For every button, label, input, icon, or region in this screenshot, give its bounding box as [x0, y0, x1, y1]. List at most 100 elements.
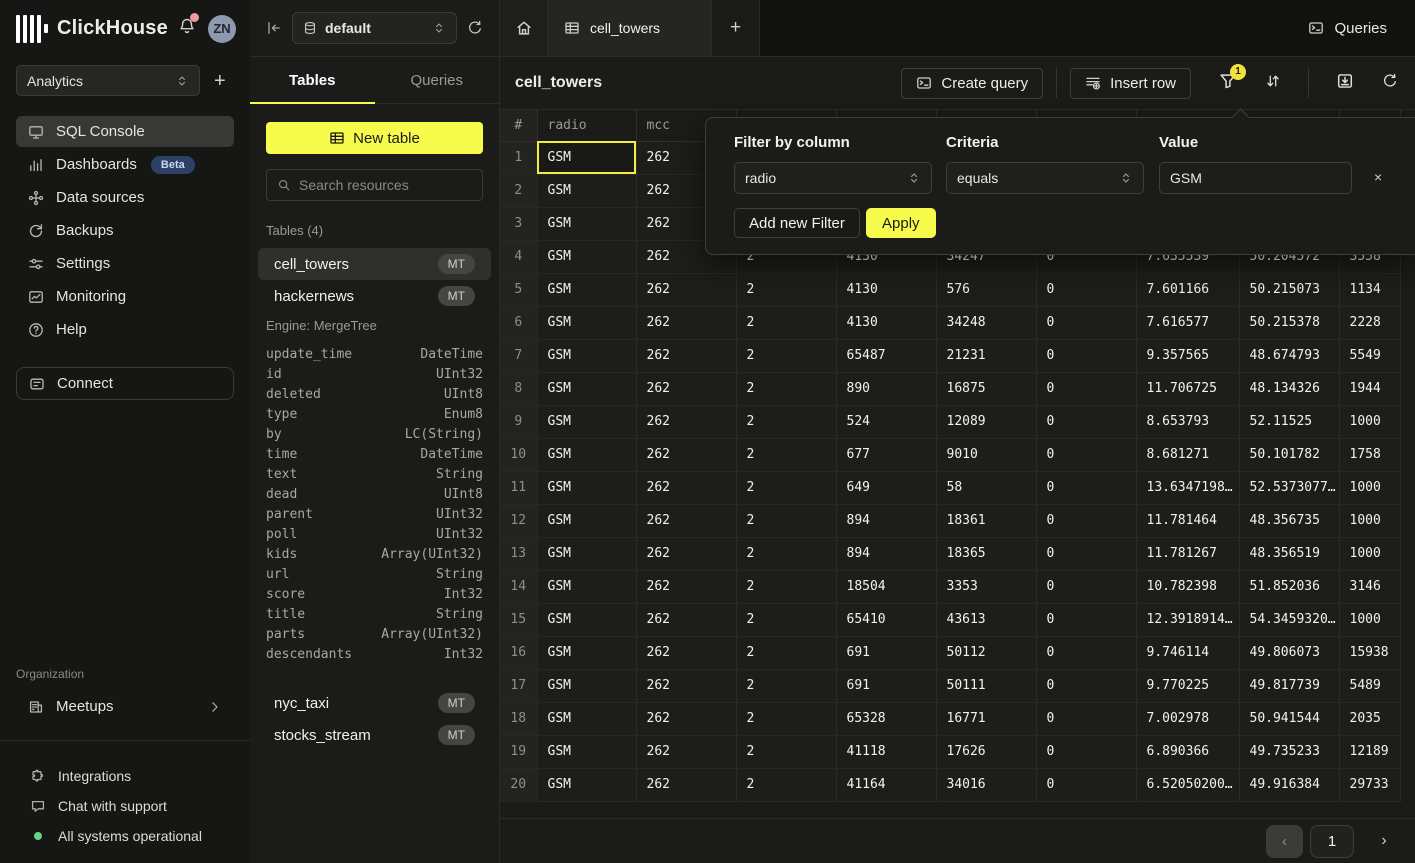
avatar[interactable]: ZN [208, 15, 236, 43]
sidebar-item-sql-console[interactable]: SQL Console [16, 116, 234, 147]
grid-cell[interactable]: GSM [537, 735, 636, 768]
grid-cell[interactable]: 18361 [936, 504, 1036, 537]
notifications-button[interactable] [178, 17, 196, 40]
grid-cell[interactable]: 262 [636, 471, 736, 504]
grid-cell[interactable]: 0 [1036, 405, 1136, 438]
grid-cell[interactable]: 34016 [936, 768, 1036, 801]
grid-cell[interactable]: GSM [537, 405, 636, 438]
table-item-stocks-stream[interactable]: stocks_stream MT [258, 719, 491, 751]
grid-cell[interactable]: 0 [1036, 339, 1136, 372]
grid-cell[interactable]: 16875 [936, 372, 1036, 405]
prev-page-button[interactable]: ‹ [1266, 825, 1303, 858]
database-select[interactable]: default [292, 12, 457, 44]
search-resources-box[interactable] [266, 169, 483, 201]
add-new-filter-button[interactable]: Add new Filter [734, 208, 860, 238]
grid-cell[interactable]: 262 [636, 570, 736, 603]
table-item-nyc-taxi[interactable]: nyc_taxi MT [258, 687, 491, 719]
grid-cell[interactable]: 2 [736, 438, 836, 471]
grid-cell[interactable]: 1000 [1339, 471, 1400, 504]
refresh-table-button[interactable] [1382, 73, 1398, 94]
row-number[interactable]: 16 [500, 636, 537, 669]
grid-cell[interactable]: 2 [736, 636, 836, 669]
grid-cell[interactable]: 3353 [936, 570, 1036, 603]
grid-cell[interactable]: 894 [836, 537, 936, 570]
grid-cell[interactable]: 2 [736, 471, 836, 504]
grid-cell[interactable]: 0 [1036, 636, 1136, 669]
grid-cell[interactable]: 21231 [936, 339, 1036, 372]
row-number[interactable]: 14 [500, 570, 537, 603]
criteria-select[interactable]: equals [946, 162, 1144, 194]
grid-cell[interactable]: 691 [836, 669, 936, 702]
row-number-header[interactable]: # [500, 110, 537, 141]
grid-cell[interactable]: 49.817739 [1239, 669, 1339, 702]
grid-cell[interactable]: 2 [736, 405, 836, 438]
grid-cell[interactable]: 1944 [1339, 372, 1400, 405]
grid-cell[interactable]: 0 [1036, 669, 1136, 702]
grid-cell[interactable]: 262 [636, 636, 736, 669]
row-number[interactable]: 7 [500, 339, 537, 372]
grid-cell[interactable]: GSM [537, 273, 636, 306]
grid-cell[interactable]: 4130 [836, 273, 936, 306]
grid-cell[interactable]: 48.356735 [1239, 504, 1339, 537]
grid-cell[interactable]: 65328 [836, 702, 936, 735]
grid-cell[interactable]: 0 [1036, 603, 1136, 636]
create-query-button[interactable]: Create query [901, 68, 1043, 99]
grid-cell[interactable]: 50.101782 [1239, 438, 1339, 471]
grid-cell[interactable]: 2 [736, 273, 836, 306]
grid-cell[interactable]: 41118 [836, 735, 936, 768]
row-number[interactable]: 12 [500, 504, 537, 537]
row-number[interactable]: 2 [500, 174, 537, 207]
grid-cell[interactable]: 262 [636, 702, 736, 735]
grid-cell[interactable]: 52.5373077… [1239, 471, 1339, 504]
grid-cell[interactable]: 16771 [936, 702, 1036, 735]
grid-cell[interactable]: 12089 [936, 405, 1036, 438]
grid-cell[interactable]: 9.746114 [1136, 636, 1239, 669]
footer-item-all-systems-operational[interactable]: All systems operational [0, 821, 250, 851]
grid-cell[interactable]: GSM [537, 768, 636, 801]
grid-cell[interactable]: GSM [537, 339, 636, 372]
row-number[interactable]: 4 [500, 240, 537, 273]
footer-item-integrations[interactable]: Integrations [0, 761, 250, 791]
grid-cell[interactable]: 7.601166 [1136, 273, 1239, 306]
grid-cell[interactable]: 49.806073 [1239, 636, 1339, 669]
grid-cell[interactable]: GSM [537, 636, 636, 669]
row-number[interactable]: 18 [500, 702, 537, 735]
grid-cell[interactable]: GSM [537, 372, 636, 405]
grid-cell[interactable]: 9.357565 [1136, 339, 1239, 372]
collapse-panel-icon[interactable] [266, 20, 282, 36]
grid-cell[interactable]: 262 [636, 405, 736, 438]
download-button[interactable] [1336, 72, 1354, 95]
sidebar-item-data-sources[interactable]: Data sources [16, 182, 234, 213]
grid-cell[interactable]: 262 [636, 372, 736, 405]
row-number[interactable]: 8 [500, 372, 537, 405]
tab-queries[interactable]: Queries [375, 57, 500, 103]
grid-cell[interactable]: 0 [1036, 735, 1136, 768]
grid-cell[interactable]: 43613 [936, 603, 1036, 636]
grid-cell[interactable]: 50.215073 [1239, 273, 1339, 306]
remove-filter-button[interactable]: × [1374, 169, 1382, 185]
next-page-button[interactable]: › [1369, 825, 1399, 858]
footer-item-chat-with-support[interactable]: Chat with support [0, 791, 250, 821]
grid-cell[interactable]: 49.735233 [1239, 735, 1339, 768]
apply-filter-button[interactable]: Apply [866, 208, 936, 238]
grid-cell[interactable]: GSM [537, 240, 636, 273]
grid-cell[interactable]: 2 [736, 702, 836, 735]
grid-cell[interactable]: 262 [636, 669, 736, 702]
grid-cell[interactable]: 10.782398 [1136, 570, 1239, 603]
grid-cell[interactable]: 5549 [1339, 339, 1400, 372]
grid-cell[interactable]: GSM [537, 207, 636, 240]
column-header[interactable]: radio [537, 110, 636, 141]
grid-cell[interactable]: 48.674793 [1239, 339, 1339, 372]
insert-row-button[interactable]: Insert row [1070, 68, 1191, 99]
grid-cell[interactable]: 1000 [1339, 603, 1400, 636]
grid-cell[interactable]: 2 [736, 768, 836, 801]
grid-cell[interactable]: 691 [836, 636, 936, 669]
grid-cell[interactable]: GSM [537, 537, 636, 570]
grid-cell[interactable]: 11.706725 [1136, 372, 1239, 405]
table-item-hackernews[interactable]: hackernews MT [258, 280, 491, 312]
grid-cell[interactable]: 2 [736, 603, 836, 636]
grid-cell[interactable]: 0 [1036, 537, 1136, 570]
current-page-button[interactable]: 1 [1310, 825, 1354, 858]
filter-button[interactable]: 1 [1219, 72, 1237, 95]
sort-button[interactable] [1265, 73, 1281, 94]
